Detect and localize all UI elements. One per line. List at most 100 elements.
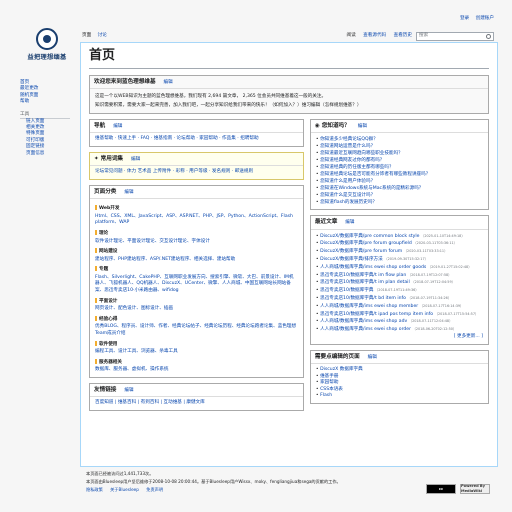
tab-talk[interactable]: 讨论 [98, 33, 107, 38]
list-item: 人人商城/数据库字典/ims ewei shop order goods （20… [316, 264, 483, 272]
article-link[interactable]: DiscuzX/数据库字典/pre forum groupfield [320, 241, 412, 246]
category-links[interactable]: Html、CSS、XML、JavaScript、ASP、ASP.NET、PHP、… [95, 214, 298, 227]
friend-links[interactable]: 百度知道 | 维基百科 | 有到百科 | 互动维基 | 康健文库 [90, 397, 303, 410]
edit-link[interactable]: 编辑 [113, 124, 122, 129]
article-link[interactable]: 思迅专卖店10/数据库字典/t im flow plan [320, 273, 406, 278]
list-item[interactable]: CSS本语表 [316, 387, 483, 394]
bullet-icon [95, 340, 97, 346]
edit-link[interactable]: 编辑 [358, 124, 367, 129]
list-item[interactable]: 家园帮助 [316, 380, 483, 387]
article-link[interactable]: 人人商城/数据库字典/ims ewei shop order [320, 327, 411, 332]
nav-box: 导航 编辑 维基帮助 · 快速上手 · FAQ · 维基指南 · 论坛帮助 · 家… [89, 119, 304, 148]
view-tabs: 阅读 查看源代码 查看历史 [340, 33, 412, 39]
nav-box-links[interactable]: 维基帮助 · 快速上手 · FAQ · 维基指南 · 论坛帮助 · 家园帮助 ·… [90, 133, 303, 146]
list-item: DiscuzX/数据库字典/pre forum forum （2020-03-1… [316, 248, 483, 256]
categories-body: Web开发 Html、CSS、XML、JavaScript、ASP、ASP.NE… [90, 199, 303, 377]
list-item[interactable]: 您知道flash的发展历史吗？ [316, 199, 483, 206]
category-heading: 服务器相关 [99, 359, 122, 365]
search-input[interactable]: 搜索 [416, 32, 494, 41]
mediawiki-badge[interactable]: Powered By MediaWiki [460, 484, 490, 494]
edit-link[interactable]: 编辑 [124, 388, 133, 393]
list-item: 思迅专卖店10/数据库字典/t im flow plan （2018-07-19… [316, 272, 483, 280]
tab-page[interactable]: 页面 [82, 33, 91, 38]
edit-link[interactable]: 编辑 [164, 80, 173, 85]
category-links[interactable]: 建站程序、PHP建站程序、ASP/.NET建站程序、相关选择、建站帮助 [95, 257, 298, 264]
search-placeholder: 搜索 [419, 33, 429, 38]
article-meta: （2018-07-19T12:07:58） [407, 272, 452, 277]
did-you-know-title: 您知道吗？ [321, 123, 350, 130]
sidebar-item-help[interactable]: 帮助 [20, 99, 78, 105]
common-words-box: ✦ 常用词集 编辑 论坛常见问题 · 体力 艺术品 上传附件 · 彩称 · 用户等… [89, 152, 304, 180]
bullet-icon [95, 229, 97, 235]
article-link[interactable]: DiscuzX/数据库字典/pre forum forum [320, 249, 402, 254]
tab-read[interactable]: 阅读 [346, 33, 355, 38]
search-icon[interactable] [486, 34, 491, 39]
create-account-link[interactable]: 创建账户 [476, 16, 494, 21]
edit-link[interactable]: 编辑 [124, 190, 133, 195]
category-links[interactable]: 软件设计理论、平面设计理论、交互设计理论、字体设计 [95, 239, 298, 246]
more-updates-link[interactable]: [ 更多更新... ] [316, 334, 483, 341]
list-item: DiscuzX/数据库字典/排序方法 （2019-09-30T15:32:17） [316, 256, 483, 264]
footer-views: 本页面已经被访问过1,441,733次。 [86, 471, 154, 476]
list-item[interactable]: 您知道在Windows系统与Mac系统的是精彩源吗？ [316, 185, 483, 192]
list-item[interactable]: 您知道最近互联网趋向哪些职业技能吗？ [316, 150, 483, 157]
article-meta: （2018-06-20T02:12:50） [412, 327, 457, 332]
list-item[interactable]: 你知道多少经典论坛QQ群？ [316, 136, 483, 143]
article-link[interactable]: 人人商城/数据库字典/ims ewei shop order goods [320, 265, 426, 270]
category-heading: Web开发 [99, 206, 120, 212]
category-heading: 经验心得 [99, 316, 118, 322]
list-item[interactable]: 您知道经典网友过你的都有吗？ [316, 157, 483, 164]
list-item[interactable]: Flash [316, 393, 483, 400]
nav-box-title: 导航 [94, 123, 106, 130]
common-words-links[interactable]: 论坛常见问题 · 体力 艺术品 上传附件 · 彩称 · 用户等级 · 发名规则 … [90, 166, 303, 179]
list-item[interactable]: 维基手册 [316, 374, 483, 381]
category-links[interactable]: 优秀BLOG、程序员、设计师、作者、经典论坛帖子、经典论坛历程、经典论坛跑者论集… [95, 324, 298, 337]
list-item[interactable]: 您知道什么是交互设计吗？ [316, 192, 483, 199]
footer-badges: cc Powered By MediaWiki [426, 484, 490, 494]
edit-link[interactable]: 编辑 [368, 355, 377, 360]
article-link[interactable]: DiscuzX/数据库字典/pre common block style [320, 234, 419, 239]
bullet-icon [95, 297, 97, 303]
article-meta: （2018-07-19T11:49:36） [374, 288, 419, 293]
article-link[interactable]: 思迅专卖店10/数据库字典/t im plan detail [320, 280, 410, 285]
edit-link[interactable]: 编辑 [131, 157, 140, 162]
category-links[interactable]: 数据库、服务器、虚拟机、操作系统 [95, 367, 298, 374]
list-item[interactable]: 您知道经典的历任版主都有哪些吗？ [316, 164, 483, 171]
site-logo[interactable]: 益把理想缅基 [20, 28, 74, 70]
footer-link-disclaimer[interactable]: 免责声明 [146, 487, 163, 492]
friend-links-box: 友情链接 编辑 百度知道 | 维基百科 | 有到百科 | 互动维基 | 康健文库 [89, 383, 304, 411]
article-meta: （2018-07-11T12:04:48） [408, 319, 453, 324]
login-link[interactable]: 登录 [460, 16, 469, 21]
list-item[interactable]: 您知道什么是用户体验吗？ [316, 178, 483, 185]
article-meta: （2025-01-10T14:49:18） [420, 233, 465, 238]
article-link[interactable]: DiscuzX/数据库字典/排序方法 [320, 257, 383, 262]
footer-link-privacy[interactable]: 隐私政策 [86, 487, 103, 492]
article-link[interactable]: 人人商城/数据库字典/ims ewei shop member [320, 304, 418, 309]
friend-links-title: 友情链接 [94, 387, 117, 394]
article-link[interactable]: 思迅专卖店10/数据库字典/t bd item info [320, 296, 406, 301]
category-links[interactable]: 网页设计、配色设计、图标设计、插画 [95, 306, 298, 313]
list-item[interactable]: 您知道经典论坛是否可能有分饰者有哪些教程讲座吗？ [316, 171, 483, 178]
list-item[interactable]: DiscuzX 数据库字典 [316, 367, 483, 374]
bullet-icon [95, 248, 97, 254]
needed-pages-box: 需要点编辑的页面 编辑 DiscuzX 数据库字典 维基手册 家园帮助 CSS本语… [309, 349, 489, 404]
article-link[interactable]: 人人商城/数据库字典/ims ewei shop adv [320, 319, 407, 324]
category-links[interactable]: Flash、Silverlight、CakePHP、互联网职业发展方向、搜索引擎… [95, 275, 298, 295]
article-link[interactable]: 思迅专卖店10/数据库字典 [320, 288, 373, 293]
article-meta: （2018-07-19T12:04:59） [411, 280, 455, 285]
category-links[interactable]: 编程工具、设计工具、浏览器、杀毒工具 [95, 349, 298, 356]
article-meta: （2020-03-11T03:36:11） [413, 241, 458, 246]
footer-link-about[interactable]: 关于Bluesleep [110, 487, 139, 492]
edit-link[interactable]: 编辑 [345, 220, 354, 225]
tab-view-source[interactable]: 查看源代码 [363, 33, 386, 38]
category-heading: 理论 [99, 230, 109, 236]
personal-tools: 登录 创建账户 [455, 16, 494, 22]
article-meta: （2019-01-27T15:02:48） [427, 264, 472, 269]
article-link[interactable]: 思迅专卖店10/数据库字典/t ipad pos temp item info [320, 312, 433, 317]
tab-history[interactable]: 查看历史 [394, 33, 412, 38]
list-item[interactable]: 您知道网站运营是什么吗？ [316, 143, 483, 150]
cc-license-badge[interactable]: cc [426, 484, 456, 494]
list-item: 思迅专卖店10/数据库字典/t ipad pos temp item info … [316, 311, 483, 319]
welcome-line1: 这是一个以WEB知识为主题的蓝色理想维基，我们现有 2,694 篇文章， 2,3… [95, 94, 327, 100]
tool-page-info[interactable]: 页面信息 [20, 151, 78, 157]
